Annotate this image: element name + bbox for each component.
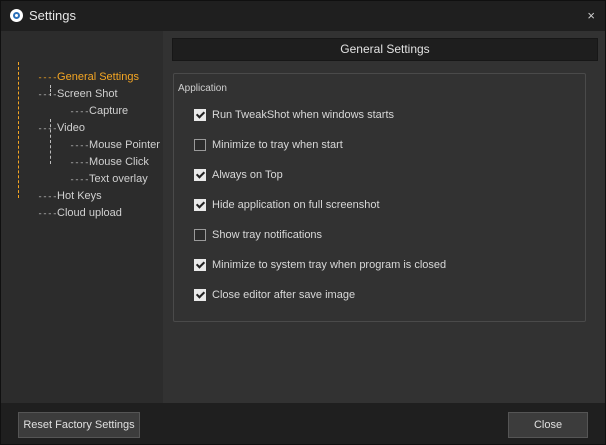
tree-item-label: Capture	[89, 105, 129, 117]
checkbox[interactable]	[194, 109, 206, 121]
option-label: Hide application on full screenshot	[212, 199, 380, 211]
option-minimize-to-tray-on-start[interactable]: Minimize to tray when start	[194, 138, 343, 152]
tree-item-mouse-pointer[interactable]: ----Mouse Pointer	[51, 123, 160, 151]
reset-factory-settings-button[interactable]: Reset Factory Settings	[18, 412, 140, 438]
checkbox[interactable]	[194, 259, 206, 271]
settings-content-panel: General Settings Application Run TweakSh…	[163, 31, 605, 403]
title-bar[interactable]: Settings ×	[1, 1, 605, 31]
section-title: General Settings	[340, 42, 430, 56]
tree-item-hot-keys[interactable]: ----Hot Keys	[19, 174, 101, 202]
option-label: Always on Top	[212, 169, 283, 181]
settings-window: Settings × ----General Settings ----Scre…	[0, 0, 606, 445]
option-close-editor-after-save[interactable]: Close editor after save image	[194, 288, 355, 302]
section-header: General Settings	[172, 38, 598, 61]
option-label: Close editor after save image	[212, 289, 356, 301]
option-minimize-to-tray-on-close[interactable]: Minimize to system tray when program is …	[194, 258, 446, 272]
checkbox[interactable]	[194, 289, 206, 301]
close-button[interactable]: Close	[508, 412, 588, 438]
option-run-on-startup[interactable]: Run TweakShot when windows starts	[194, 108, 394, 122]
tree-item-text-overlay[interactable]: ----Text overlay	[51, 157, 147, 185]
tree-item-mouse-click[interactable]: ----Mouse Click	[51, 140, 149, 168]
tree-item-capture[interactable]: ----Capture	[51, 89, 128, 117]
checkbox[interactable]	[194, 169, 206, 181]
option-label: Minimize to system tray when program is …	[212, 259, 447, 271]
window-title: Settings	[29, 8, 76, 23]
tree-item-general-settings[interactable]: ----General Settings	[19, 55, 139, 83]
option-hide-on-full-screenshot[interactable]: Hide application on full screenshot	[194, 198, 380, 212]
option-show-tray-notifications[interactable]: Show tray notifications	[194, 228, 322, 242]
tree-item-cloud-upload[interactable]: ----Cloud upload	[19, 191, 122, 219]
settings-tree: ----General Settings ----Screen Shot ---…	[1, 31, 163, 403]
app-logo-icon	[10, 9, 23, 22]
option-always-on-top[interactable]: Always on Top	[194, 168, 283, 182]
checkbox[interactable]	[194, 199, 206, 211]
tree-item-video[interactable]: ----Video	[19, 106, 85, 134]
dialog-footer: Reset Factory Settings Close	[1, 403, 605, 444]
tree-item-label: Cloud upload	[57, 207, 122, 219]
close-icon[interactable]: ×	[587, 8, 595, 23]
option-label: Minimize to tray when start	[212, 139, 343, 151]
option-label: Run TweakShot when windows starts	[212, 109, 394, 121]
option-label: Show tray notifications	[212, 229, 323, 241]
tree-item-screen-shot[interactable]: ----Screen Shot	[19, 72, 117, 100]
checkbox[interactable]	[194, 229, 206, 241]
group-label: Application	[175, 83, 230, 94]
checkbox[interactable]	[194, 139, 206, 151]
